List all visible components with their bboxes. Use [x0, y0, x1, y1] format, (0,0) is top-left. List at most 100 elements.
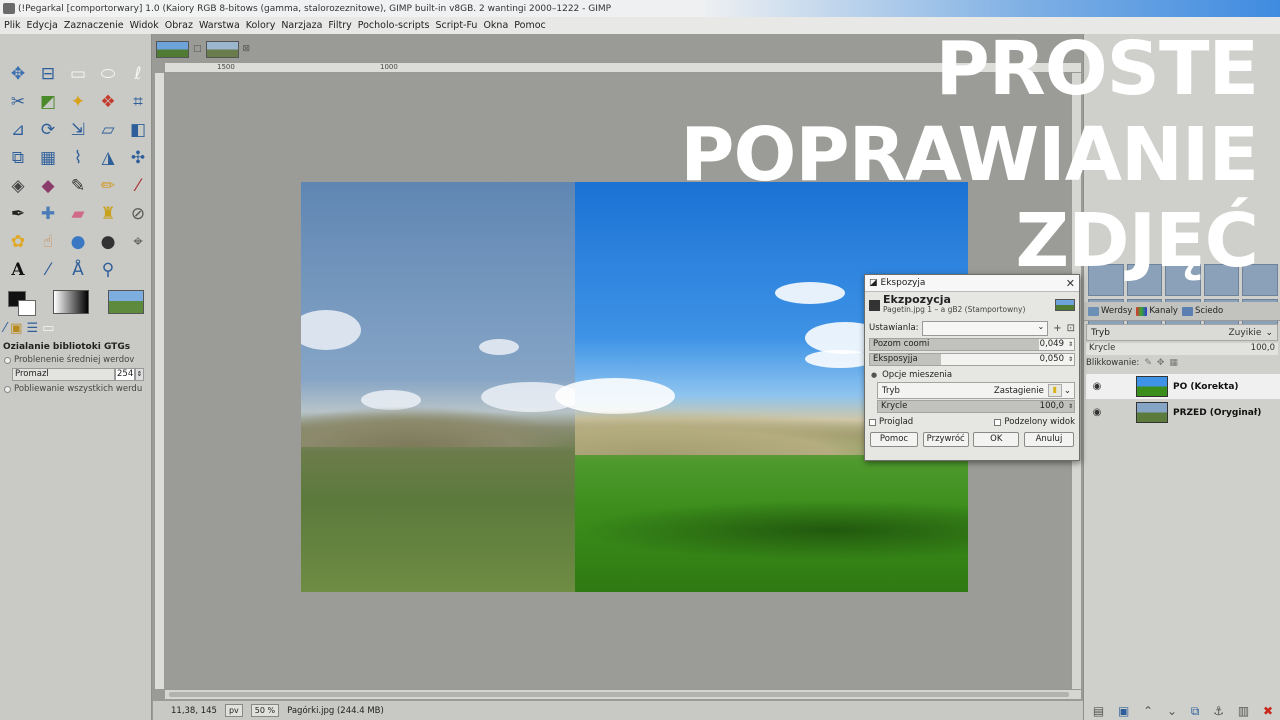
menu-plik[interactable]: Plik: [4, 20, 21, 31]
background-color[interactable]: [18, 300, 36, 316]
new-group-icon[interactable]: ▣: [1118, 704, 1129, 718]
menu-filtry[interactable]: Filtry: [328, 20, 351, 31]
raise-layer-icon[interactable]: ⌃: [1143, 704, 1153, 718]
split-view-checkbox[interactable]: [994, 418, 1002, 426]
spin-arrows-icon[interactable]: ⇕: [1068, 401, 1073, 412]
lock-position-icon[interactable]: ✥: [1157, 358, 1165, 368]
tab-layers[interactable]: Werdsy: [1088, 306, 1132, 316]
paintbrush-icon[interactable]: ✎: [63, 172, 93, 200]
gradient-icon[interactable]: ◆: [33, 172, 63, 200]
unified-transform-icon[interactable]: ⧉: [3, 144, 33, 172]
perspective-icon[interactable]: ◧: [123, 116, 153, 144]
menu-script-fu[interactable]: Script-Fu: [435, 20, 477, 31]
heal-icon[interactable]: ✚: [33, 200, 63, 228]
blur-icon[interactable]: ●: [63, 228, 93, 256]
rotate-icon[interactable]: ⟳: [33, 116, 63, 144]
lock-alpha-icon[interactable]: ▦: [1169, 358, 1178, 368]
measure-tool-icon[interactable]: Å: [63, 256, 93, 284]
pattern-preview[interactable]: [108, 290, 144, 314]
scissors-icon[interactable]: ✂: [3, 88, 33, 116]
color-picker-icon[interactable]: ⁄: [33, 256, 63, 284]
layer-opacity-slider[interactable]: Krycle 100,0: [1086, 343, 1278, 355]
duplicate-layer-icon[interactable]: ⧉: [1191, 704, 1200, 719]
device-status-tab-icon[interactable]: ▣: [10, 321, 22, 336]
move-tool-icon[interactable]: ✥: [3, 60, 33, 88]
visibility-eye-icon[interactable]: ◉: [1086, 381, 1108, 392]
blend-mode-select[interactable]: Tryb Zastagienie ▮ ⌄: [877, 382, 1075, 399]
menu-kolory[interactable]: Kolory: [246, 20, 276, 31]
preset-menu-icon[interactable]: ⊡: [1067, 323, 1075, 334]
scroll-thumb[interactable]: [169, 692, 1069, 697]
text-icon[interactable]: A: [3, 256, 33, 284]
layer-row-przed[interactable]: ◉ PRZED (Oryginał): [1086, 400, 1280, 425]
help-button[interactable]: Pomoc: [870, 432, 918, 447]
close-tab-icon[interactable]: □: [193, 44, 202, 54]
cage-transform-icon[interactable]: ▦: [33, 144, 63, 172]
presets-select[interactable]: ⌄: [921, 320, 1049, 336]
reset-button[interactable]: Przywróć: [922, 432, 969, 447]
spin-arrows-icon[interactable]: ⇕: [1068, 354, 1073, 365]
images-tab-icon[interactable]: ▭: [42, 321, 54, 336]
add-preset-icon[interactable]: +: [1053, 323, 1061, 334]
ink-icon[interactable]: ✒: [3, 200, 33, 228]
perspective-clone-icon[interactable]: ⊘: [123, 200, 153, 228]
zoom-select[interactable]: 50 %: [250, 704, 280, 717]
eraser-icon[interactable]: ▰: [63, 200, 93, 228]
align-tool-icon[interactable]: ⊟: [33, 60, 63, 88]
measure-icon[interactable]: ⊿: [3, 116, 33, 144]
blend-opacity-slider[interactable]: Krycle 100,0 ⇕: [877, 400, 1075, 413]
spin-arrows-icon[interactable]: ⇕: [135, 368, 144, 381]
menu-widok[interactable]: Widok: [130, 20, 159, 31]
ellipse-select-icon[interactable]: ⬭: [93, 60, 123, 88]
paths-icon[interactable]: ⌖: [123, 228, 153, 256]
blending-options-expander[interactable]: ● Opcje mieszenia: [871, 370, 1073, 380]
menu-pomoc[interactable]: Pomoc: [514, 20, 546, 31]
option-field[interactable]: Promazl 254 ⇕: [12, 368, 144, 381]
foreground-select-icon[interactable]: ◩: [33, 88, 63, 116]
spin-arrows-icon[interactable]: ⇕: [1068, 339, 1073, 350]
airbrush-icon[interactable]: ⁄: [123, 172, 153, 200]
menu-pocholo-scripts[interactable]: Pocholo-scripts: [358, 20, 430, 31]
pencil-icon[interactable]: ✏: [93, 172, 123, 200]
undo-history-tab-icon[interactable]: ☰: [26, 321, 38, 336]
anchor-layer-icon[interactable]: ⚓: [1213, 704, 1224, 718]
tab-channels[interactable]: Kanaly: [1136, 306, 1178, 316]
delete-layer-icon[interactable]: ✖: [1263, 704, 1273, 718]
option-radio-2[interactable]: Pobliewanie wszystkich werdu: [0, 383, 152, 395]
new-layer-icon[interactable]: ▤: [1093, 704, 1104, 718]
image-tab-after[interactable]: [156, 40, 189, 58]
dodge-burn-icon[interactable]: ●: [93, 228, 123, 256]
rect-select-icon[interactable]: ▭: [63, 60, 93, 88]
unit-select[interactable]: pv: [224, 704, 243, 717]
option-field-value[interactable]: 254: [115, 368, 135, 381]
option-radio-1[interactable]: Problenenie średniej werdov: [0, 354, 152, 366]
black-level-slider[interactable]: Pozom coomi 0,049 ⇕: [869, 338, 1075, 351]
brush-preview[interactable]: [53, 290, 89, 314]
menu-narzedzia[interactable]: Narzjaza: [281, 20, 322, 31]
bucket-fill-icon[interactable]: ◈: [3, 172, 33, 200]
handle-transform-icon[interactable]: ✣: [123, 144, 153, 172]
scale-icon[interactable]: ⇲: [63, 116, 93, 144]
menu-zaznaczenie[interactable]: Zaznaczenie: [64, 20, 124, 31]
menu-obraz[interactable]: Obraz: [165, 20, 193, 31]
horizontal-scrollbar[interactable]: [165, 689, 1081, 699]
color-select-icon[interactable]: ❖: [93, 88, 123, 116]
layer-row-po[interactable]: ◉ PO (Korekta): [1086, 374, 1280, 399]
menu-warstwa[interactable]: Warstwa: [199, 20, 240, 31]
mask-layer-icon[interactable]: ▥: [1238, 704, 1249, 718]
layer-mode-select[interactable]: Tryb Zuyikie ⌄: [1086, 324, 1278, 341]
tool-options-tab-icon[interactable]: ⁄: [4, 321, 6, 336]
split-view-toggle[interactable]: Podzelony widok: [994, 417, 1075, 427]
clone-icon[interactable]: ♜: [93, 200, 123, 228]
crop-icon[interactable]: ⌗: [123, 88, 153, 116]
preview-checkbox[interactable]: [869, 418, 876, 426]
fuzzy-select-icon[interactable]: ✦: [63, 88, 93, 116]
flip-icon[interactable]: ◮: [93, 144, 123, 172]
lower-layer-icon[interactable]: ⌄: [1167, 704, 1177, 718]
visibility-eye-icon[interactable]: ◉: [1086, 407, 1108, 418]
lock-pixels-icon[interactable]: ✎: [1144, 358, 1152, 368]
image-tab-before[interactable]: [205, 40, 239, 58]
warp-icon[interactable]: ⌇: [63, 144, 93, 172]
free-select-icon[interactable]: ℓ: [123, 60, 153, 88]
cancel-button[interactable]: Anuluj: [1023, 432, 1074, 447]
